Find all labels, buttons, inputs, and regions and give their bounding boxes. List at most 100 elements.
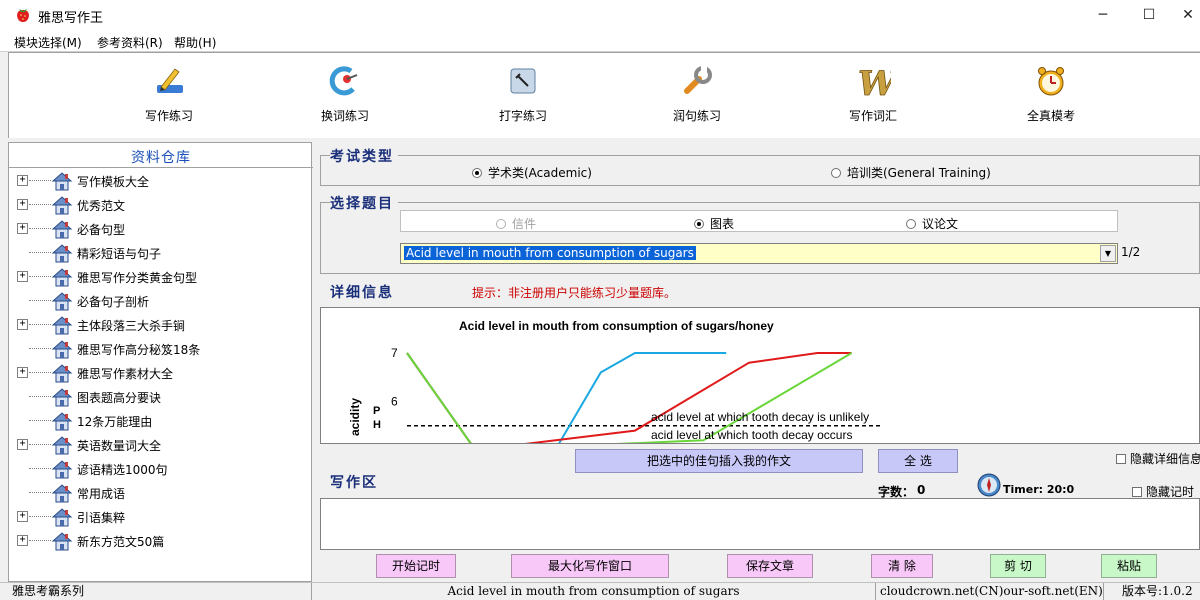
expand-toggle[interactable]: + bbox=[17, 439, 28, 450]
ph-label-h: H bbox=[373, 419, 381, 431]
maximize-icon: ☐ bbox=[1142, 7, 1156, 23]
paste-button[interactable]: 粘贴 bbox=[1101, 554, 1157, 578]
radio-dot bbox=[694, 219, 704, 229]
expand-toggle[interactable]: + bbox=[17, 175, 28, 186]
tree-item[interactable]: + 优秀范文 bbox=[9, 193, 309, 217]
writing-textarea[interactable] bbox=[320, 498, 1200, 550]
save-article-button[interactable]: 保存文章 bbox=[727, 554, 813, 578]
menu-help[interactable]: 帮助(H) bbox=[174, 34, 216, 51]
chevron-down-icon[interactable]: ▼ bbox=[1100, 245, 1116, 262]
house-icon bbox=[51, 532, 73, 551]
tree-item[interactable]: + 英语数量词大全 bbox=[9, 433, 309, 457]
tool-label: 写作词汇 bbox=[848, 109, 897, 123]
writing-title: 写作区 bbox=[330, 472, 382, 492]
tree-connector bbox=[29, 204, 51, 205]
tree-item[interactable]: 精彩短语与句子 bbox=[9, 241, 309, 265]
tree-item[interactable]: 12条万能理由 bbox=[9, 409, 309, 433]
tree-connector bbox=[29, 492, 51, 493]
maximize-writing-button[interactable]: 最大化写作窗口 bbox=[511, 554, 669, 578]
radio-letter[interactable]: 信件 bbox=[496, 215, 536, 232]
tree-item-label: 英语数量词大全 bbox=[77, 439, 162, 453]
tool-label: 润句练习 bbox=[672, 109, 721, 123]
tree-item-label: 写作模板大全 bbox=[77, 175, 150, 189]
expand-toggle[interactable]: + bbox=[17, 367, 28, 378]
tool-mock-exam[interactable]: 全真模考 bbox=[1001, 59, 1101, 129]
expand-toggle[interactable]: + bbox=[17, 319, 28, 330]
radio-academic[interactable]: 学术类(Academic) bbox=[472, 164, 592, 181]
menu-module-select[interactable]: 模块选择(M) bbox=[14, 34, 82, 51]
resource-panel-title: 资料仓库 bbox=[131, 150, 191, 166]
tree-item[interactable]: + 新东方范文50篇 bbox=[9, 529, 309, 553]
hide-detail-checkbox[interactable]: 隐藏详细信息 bbox=[1116, 450, 1200, 467]
tree-item[interactable]: 图表题高分要诀 bbox=[9, 385, 309, 409]
minimize-icon: ─ bbox=[1098, 7, 1108, 23]
tree-item[interactable]: + 雅思写作素材大全 bbox=[9, 361, 309, 385]
tree-item[interactable]: 谚语精选1000句 bbox=[9, 457, 309, 481]
tree-item[interactable]: 雅思写作高分秘笈18条 bbox=[9, 337, 309, 361]
menu-references[interactable]: 参考资料(R) bbox=[97, 34, 163, 51]
cut-button[interactable]: 剪 切 bbox=[990, 554, 1046, 578]
house-icon bbox=[51, 460, 73, 479]
y-axis-label: acidity bbox=[348, 398, 362, 436]
expand-toggle[interactable]: + bbox=[17, 223, 28, 234]
tree-item-label: 必备句型 bbox=[77, 223, 126, 237]
tree-item-label: 谚语精选1000句 bbox=[77, 463, 168, 477]
tool-sentence-polish[interactable]: 润句练习 bbox=[647, 59, 747, 129]
tree-connector bbox=[29, 228, 51, 229]
menu-bar: 模块选择(M) 参考资料(R) 帮助(H) bbox=[0, 30, 1200, 52]
detail-title: 详细信息 bbox=[330, 282, 398, 302]
tool-writing-practice[interactable]: 写作练习 bbox=[119, 59, 219, 129]
tree-item-label: 雅思写作分类黄金句型 bbox=[77, 271, 198, 285]
checkbox-label: 隐藏详细信息 bbox=[1130, 452, 1200, 466]
tree-item[interactable]: 必备句子剖析 bbox=[9, 289, 309, 313]
select-all-button[interactable]: 全 选 bbox=[878, 449, 958, 473]
close-button[interactable]: ✕ bbox=[1165, 0, 1200, 30]
tree-connector bbox=[29, 396, 51, 397]
tree-item-label: 引语集粹 bbox=[77, 511, 126, 525]
tool-writing-vocabulary[interactable]: W 写作词汇 bbox=[823, 59, 923, 129]
swap-icon bbox=[329, 66, 358, 96]
tool-label: 写作练习 bbox=[144, 109, 193, 123]
clear-button[interactable]: 清 除 bbox=[871, 554, 933, 578]
tree-connector bbox=[29, 540, 51, 541]
radio-chart[interactable]: 图表 bbox=[694, 215, 734, 232]
expand-toggle[interactable]: + bbox=[17, 199, 28, 210]
tree-item-label: 雅思写作高分秘笈18条 bbox=[77, 343, 201, 357]
tool-word-swap[interactable]: 换词练习 bbox=[295, 59, 395, 129]
tree-item[interactable]: + 引语集粹 bbox=[9, 505, 309, 529]
house-icon bbox=[51, 172, 73, 191]
topic-title: 选择题目 bbox=[330, 193, 398, 213]
house-icon bbox=[51, 316, 73, 335]
toolbar: 写作练习 换词练习 打字练习 润句练习 W 写作词汇 bbox=[8, 52, 1200, 138]
house-icon bbox=[51, 364, 73, 383]
topic-select[interactable]: Acid level in mouth from consumption of … bbox=[400, 243, 1118, 264]
radio-essay[interactable]: 议论文 bbox=[906, 215, 958, 232]
tree-item-label: 图表题高分要诀 bbox=[77, 391, 162, 405]
minimize-button[interactable]: ─ bbox=[1080, 0, 1126, 30]
tree-connector bbox=[29, 324, 51, 325]
tree-item[interactable]: 常用成语 bbox=[9, 481, 309, 505]
exam-type-group bbox=[320, 155, 1200, 186]
tree-item-label: 常用成语 bbox=[77, 487, 126, 501]
tree-item[interactable]: + 必备句型 bbox=[9, 217, 309, 241]
status-series: 雅思考霸系列 bbox=[0, 583, 312, 600]
insert-sentence-button[interactable]: 把选中的佳句插入我的作文 bbox=[575, 449, 863, 473]
expand-toggle[interactable]: + bbox=[17, 511, 28, 522]
y-tick-label: 6 bbox=[391, 395, 398, 409]
threshold-label-occurs: acid level at which tooth decay occurs bbox=[651, 428, 852, 442]
start-timer-button[interactable]: 开始记时 bbox=[376, 554, 456, 578]
resource-tree-panel: 资料仓库 + 写作模板大全 + 优秀范文 + 必备句型 精彩短语与句子 + 雅思写作分类黄金句型… bbox=[8, 142, 313, 582]
tree-item[interactable]: + 主体段落三大杀手锏 bbox=[9, 313, 309, 337]
tool-typing-practice[interactable]: 打字练习 bbox=[473, 59, 573, 129]
tree-item[interactable]: + 写作模板大全 bbox=[9, 169, 309, 193]
expand-toggle[interactable]: + bbox=[17, 535, 28, 546]
pen-icon bbox=[157, 68, 183, 93]
house-icon bbox=[51, 268, 73, 287]
expand-toggle[interactable]: + bbox=[17, 271, 28, 282]
checkbox-box bbox=[1132, 487, 1142, 497]
radio-label: 图表 bbox=[710, 217, 735, 231]
radio-general-training[interactable]: 培训类(General Training) bbox=[831, 164, 991, 181]
tree-connector bbox=[29, 468, 51, 469]
tree-item[interactable]: + 雅思写作分类黄金句型 bbox=[9, 265, 309, 289]
timer-display: Timer: 20:0 bbox=[1003, 483, 1075, 496]
